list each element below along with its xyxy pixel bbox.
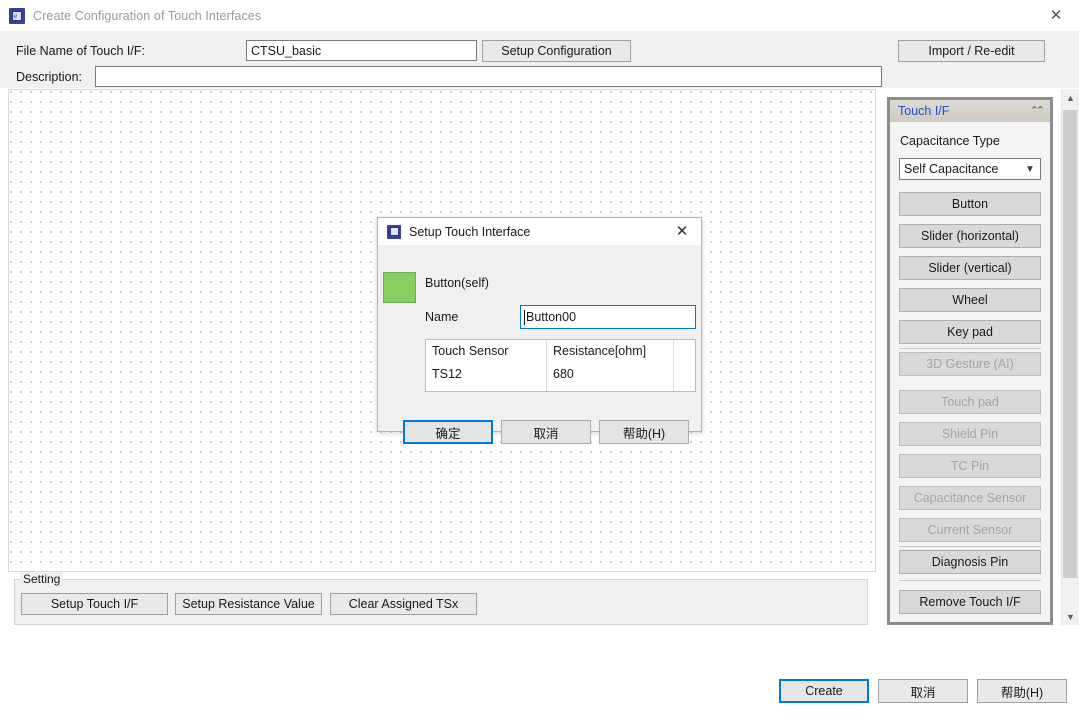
chip-icon (387, 224, 401, 239)
dialog-body: Button(self) Name Button00 Touch Sensor … (378, 245, 701, 444)
interface-color-swatch (383, 272, 416, 303)
description-label: Description: (16, 70, 82, 84)
create-button[interactable]: Create (779, 679, 869, 703)
palette-item-capacitance-sensor: Capacitance Sensor (899, 486, 1041, 510)
remove-touch-if-button[interactable]: Remove Touch I/F (899, 590, 1041, 614)
palette-header-title: Touch I/F (898, 104, 950, 118)
palette-item-shield-pin: Shield Pin (899, 422, 1041, 446)
palette-item-current-sensor: Current Sensor (899, 518, 1041, 542)
help-button[interactable]: 帮助(H) (977, 679, 1067, 703)
file-name-input[interactable]: CTSU_basic (246, 40, 477, 61)
interface-type-label: Button(self) (425, 276, 489, 290)
setup-configuration-button[interactable]: Setup Configuration (482, 40, 631, 62)
touch-if-palette-panel: Touch I/F ⌃⌃ Capacitance Type Self Capac… (887, 97, 1053, 625)
close-icon[interactable]: ✕ (1033, 0, 1079, 30)
cancel-button[interactable]: 取消 (878, 679, 968, 703)
dialog-title: Setup Touch Interface (409, 224, 531, 239)
palette-item-wheel[interactable]: Wheel (899, 288, 1041, 312)
palette-item-diagnosis-pin[interactable]: Diagnosis Pin (899, 550, 1041, 574)
capacitance-type-select[interactable]: Self Capacitance ▼ (899, 158, 1041, 180)
palette-header[interactable]: Touch I/F ⌃⌃ (890, 100, 1050, 122)
window-titlebar: e Create Configuration of Touch Interfac… (0, 0, 1079, 32)
dialog-titlebar: Setup Touch Interface ✕ (378, 218, 701, 245)
capacitance-type-value: Self Capacitance (904, 162, 999, 176)
setup-resistance-value-button[interactable]: Setup Resistance Value (175, 593, 322, 615)
name-label: Name (425, 310, 459, 324)
dialog-ok-button[interactable]: 确定 (403, 420, 493, 444)
chevron-down-icon[interactable]: ▼ (1062, 608, 1079, 625)
chevron-down-icon: ▼ (1025, 163, 1035, 175)
description-input[interactable] (95, 66, 882, 87)
scrollbar-thumb[interactable] (1063, 110, 1077, 578)
close-icon[interactable]: ✕ (665, 218, 699, 244)
palette-separator (899, 348, 1041, 349)
window-title: Create Configuration of Touch Interfaces (33, 8, 262, 23)
setting-group-legend: Setting (20, 572, 64, 586)
table-cell-touch-sensor[interactable]: TS12 (432, 367, 462, 381)
palette-separator (899, 580, 1041, 581)
table-header-touch-sensor: Touch Sensor (432, 344, 509, 358)
dialog-cancel-button[interactable]: 取消 (501, 420, 591, 444)
palette-item-key-pad[interactable]: Key pad (899, 320, 1041, 344)
import-reedit-button[interactable]: Import / Re-edit (898, 40, 1045, 62)
palette-item-slider-vertical[interactable]: Slider (vertical) (899, 256, 1041, 280)
chevron-up-icon[interactable]: ⌃⌃ (1030, 102, 1046, 120)
palette-item-3d-gesture-ai: 3D Gesture (AI) (899, 352, 1041, 376)
name-input[interactable]: Button00 (520, 305, 696, 329)
table-header-resistance: Resistance[ohm] (553, 344, 647, 358)
chip-icon: e (9, 7, 25, 24)
palette-item-slider-horizontal[interactable]: Slider (horizontal) (899, 224, 1041, 248)
column-divider (546, 340, 547, 391)
chevron-up-icon[interactable]: ▲ (1062, 89, 1079, 106)
palette-item-button[interactable]: Button (899, 192, 1041, 216)
touch-sensor-table[interactable]: Touch Sensor Resistance[ohm] TS12 680 (425, 339, 696, 392)
name-input-value: Button00 (526, 310, 577, 324)
file-name-label: File Name of Touch I/F: (16, 44, 145, 58)
capacitance-type-label: Capacitance Type (900, 134, 1000, 148)
palette-separator (899, 546, 1041, 547)
setup-touch-interface-dialog: Setup Touch Interface ✕ Button(self) Nam… (377, 217, 702, 444)
dialog-help-button[interactable]: 帮助(H) (599, 420, 689, 444)
vertical-scrollbar[interactable]: ▲ ▼ (1061, 89, 1079, 625)
palette-body: Capacitance Type Self Capacitance ▼ Butt… (890, 122, 1050, 622)
table-cell-resistance[interactable]: 680 (553, 367, 574, 381)
palette-item-tc-pin: TC Pin (899, 454, 1041, 478)
palette-item-touch-pad: Touch pad (899, 390, 1041, 414)
clear-assigned-tsx-button[interactable]: Clear Assigned TSx (330, 593, 477, 615)
setup-touch-if-button[interactable]: Setup Touch I/F (21, 593, 168, 615)
column-divider (673, 340, 674, 391)
